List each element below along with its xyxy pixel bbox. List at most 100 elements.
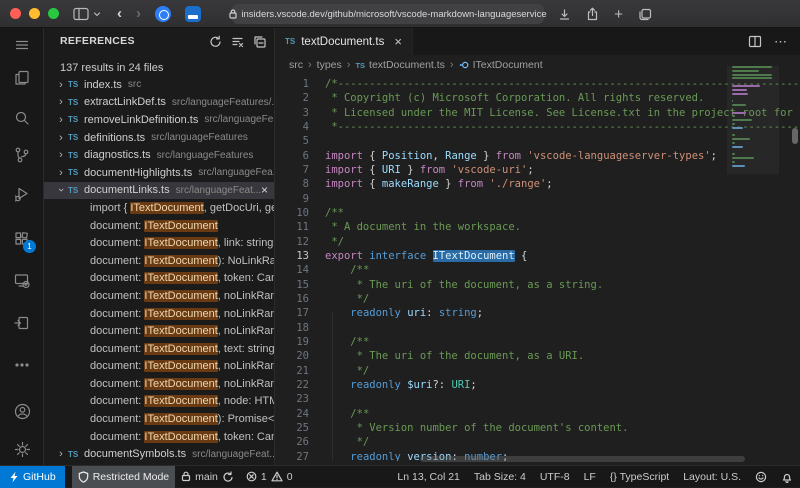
code-line[interactable]: 25 * Version number of the document's co… bbox=[275, 421, 800, 435]
reference-item[interactable]: document: ITextDocument, noLinkRange... bbox=[44, 305, 275, 323]
close-window-button[interactable] bbox=[10, 8, 21, 19]
reference-item[interactable]: document: ITextDocument, link: string, l… bbox=[44, 234, 275, 252]
encoding[interactable]: UTF-8 bbox=[533, 466, 577, 488]
code-line[interactable]: 24 /** bbox=[275, 407, 800, 421]
extensions-icon[interactable]: 1 bbox=[0, 224, 44, 254]
chevron-right-icon[interactable]: › bbox=[54, 114, 68, 126]
chevron-right-icon[interactable]: › bbox=[54, 448, 68, 460]
split-editor-icon[interactable] bbox=[748, 35, 762, 48]
refresh-icon[interactable] bbox=[209, 35, 222, 48]
code-line[interactable]: 20 * The uri of the document, as a URI. bbox=[275, 349, 800, 363]
tab-size[interactable]: Tab Size: 4 bbox=[467, 466, 533, 488]
code-editor[interactable]: 1/*-------------------------------------… bbox=[275, 75, 800, 461]
collapse-all-icon[interactable] bbox=[253, 35, 266, 48]
reference-file-row[interactable]: ›TSindex.tssrc bbox=[44, 76, 275, 94]
breadcrumb-types[interactable]: types bbox=[317, 59, 342, 71]
code-line[interactable]: 14 /** bbox=[275, 263, 800, 277]
code-line[interactable]: 13export interface ITextDocument { bbox=[275, 249, 800, 263]
code-line[interactable]: 3 * Licensed under the MIT License. See … bbox=[275, 106, 800, 120]
editor-more-actions-icon[interactable]: ⋯ bbox=[774, 34, 788, 50]
clear-icon[interactable] bbox=[231, 35, 244, 48]
reference-item[interactable]: document: ITextDocument bbox=[44, 217, 275, 235]
remote-github-button[interactable]: GitHub bbox=[0, 466, 65, 488]
code-line[interactable]: 4 *-------------------------------------… bbox=[275, 120, 800, 134]
code-line[interactable]: 8import { makeRange } from './range'; bbox=[275, 177, 800, 191]
dismiss-file-icon[interactable]: × bbox=[261, 183, 268, 197]
browser-extension-icon-2[interactable] bbox=[185, 6, 201, 22]
horizontal-scrollbar[interactable] bbox=[420, 456, 745, 462]
code-line[interactable]: 15 * The uri of the document, as a strin… bbox=[275, 278, 800, 292]
reference-file-row[interactable]: ›TSdefinitions.tssrc/languageFeatures bbox=[44, 129, 275, 147]
chevron-down-icon[interactable]: › bbox=[55, 183, 67, 197]
chevron-right-icon[interactable]: › bbox=[54, 132, 68, 144]
tab-close-icon[interactable]: × bbox=[394, 34, 402, 49]
remote-repositories-icon[interactable] bbox=[0, 308, 44, 338]
reference-file-row[interactable]: ›TSdocumentLinks.tssrc/languageFeat...× bbox=[44, 182, 275, 200]
reference-item[interactable]: document: ITextDocument, token: Cancel..… bbox=[44, 428, 275, 446]
tabs-overview-icon[interactable] bbox=[638, 8, 652, 21]
minimap[interactable] bbox=[727, 66, 779, 174]
eol[interactable]: LF bbox=[577, 466, 603, 488]
tab-textdocument[interactable]: TS textDocument.ts × bbox=[275, 28, 413, 55]
reference-item[interactable]: document: ITextDocument, noLinkRange... bbox=[44, 358, 275, 376]
reference-item[interactable]: document: ITextDocument, noLinkRange... bbox=[44, 287, 275, 305]
chevron-right-icon[interactable]: › bbox=[54, 96, 68, 108]
code-line[interactable]: 17 readonly uri: string; bbox=[275, 306, 800, 320]
browser-sidebar-toggle-icon[interactable] bbox=[73, 7, 101, 21]
reference-item[interactable]: document: ITextDocument, text: string, s… bbox=[44, 340, 275, 358]
reference-item[interactable]: document: ITextDocument, noLinkRange... bbox=[44, 322, 275, 340]
chevron-right-icon[interactable]: › bbox=[54, 167, 68, 179]
feedback-icon[interactable] bbox=[748, 466, 774, 488]
settings-gear-icon[interactable] bbox=[0, 434, 44, 464]
code-line[interactable]: 22 readonly $uri?: URI; bbox=[275, 378, 800, 392]
zoom-window-button[interactable] bbox=[48, 8, 59, 19]
minimize-window-button[interactable] bbox=[29, 8, 40, 19]
reference-item[interactable]: document: ITextDocument): NoLinkRang... bbox=[44, 252, 275, 270]
reference-item[interactable]: document: ITextDocument): Promise<Md... bbox=[44, 410, 275, 428]
reference-item[interactable]: document: ITextDocument, node: HTMLE... bbox=[44, 393, 275, 411]
share-icon[interactable] bbox=[586, 7, 599, 21]
reference-file-row[interactable]: ›TSdocumentSymbols.tssrc/languageFeat... bbox=[44, 445, 275, 463]
cursor-position[interactable]: Ln 13, Col 21 bbox=[390, 466, 466, 488]
code-line[interactable]: 18 bbox=[275, 321, 800, 335]
reference-item[interactable]: document: ITextDocument, token: Cancel..… bbox=[44, 270, 275, 288]
code-line[interactable]: 21 */ bbox=[275, 364, 800, 378]
code-line[interactable]: 6import { Position, Range } from 'vscode… bbox=[275, 149, 800, 163]
reference-file-row[interactable]: ›TSremoveLinkDefinition.tssrc/languageFe… bbox=[44, 111, 275, 129]
new-tab-icon[interactable]: + bbox=[614, 7, 623, 22]
problems-indicator[interactable]: 1 0 bbox=[240, 466, 299, 488]
chevron-right-icon[interactable]: › bbox=[54, 79, 68, 91]
breadcrumb-file[interactable]: TS textDocument.ts bbox=[355, 59, 444, 71]
reference-file-row[interactable]: ›TSdiagnostics.tssrc/languageFeatures bbox=[44, 146, 275, 164]
chevron-right-icon[interactable]: › bbox=[54, 149, 68, 161]
code-line[interactable]: 1/*-------------------------------------… bbox=[275, 77, 800, 91]
menu-icon[interactable] bbox=[0, 30, 44, 60]
code-line[interactable]: 9 bbox=[275, 192, 800, 206]
more-views-icon[interactable] bbox=[0, 350, 44, 380]
code-line[interactable]: 10/** bbox=[275, 206, 800, 220]
address-bar[interactable]: insiders.vscode.dev/github/microsoft/vsc… bbox=[232, 4, 544, 24]
explorer-icon[interactable] bbox=[0, 63, 44, 93]
code-line[interactable]: 26 */ bbox=[275, 435, 800, 449]
remote-explorer-icon[interactable] bbox=[0, 266, 44, 296]
restricted-mode-badge[interactable]: Restricted Mode bbox=[72, 466, 175, 488]
vertical-scrollbar[interactable] bbox=[792, 128, 798, 144]
reference-item[interactable]: import { ITextDocument, getDocUri, getLi… bbox=[44, 199, 275, 217]
code-line[interactable]: 12 */ bbox=[275, 235, 800, 249]
language-mode[interactable]: {} TypeScript bbox=[603, 466, 676, 488]
branch-indicator[interactable]: main bbox=[175, 466, 240, 488]
code-line[interactable]: 16 */ bbox=[275, 292, 800, 306]
code-line[interactable]: 2 * Copyright (c) Microsoft Corporation.… bbox=[275, 91, 800, 105]
account-icon[interactable] bbox=[0, 396, 44, 426]
source-control-icon[interactable] bbox=[0, 140, 44, 170]
code-line[interactable]: 19 /** bbox=[275, 335, 800, 349]
reference-file-row[interactable]: ›TSextractLinkDef.tssrc/languageFeatures… bbox=[44, 94, 275, 112]
code-line[interactable]: 23 bbox=[275, 392, 800, 406]
reference-item[interactable]: document: ITextDocument, noLinkRange... bbox=[44, 375, 275, 393]
reference-file-row[interactable]: ›TSdocumentHighlights.tssrc/languageFea.… bbox=[44, 164, 275, 182]
run-debug-icon[interactable] bbox=[0, 179, 44, 209]
forward-button[interactable]: › bbox=[136, 5, 141, 22]
keyboard-layout[interactable]: Layout: U.S. bbox=[676, 466, 748, 488]
back-button[interactable]: ‹ bbox=[117, 5, 122, 22]
code-line[interactable]: 5 bbox=[275, 134, 800, 148]
